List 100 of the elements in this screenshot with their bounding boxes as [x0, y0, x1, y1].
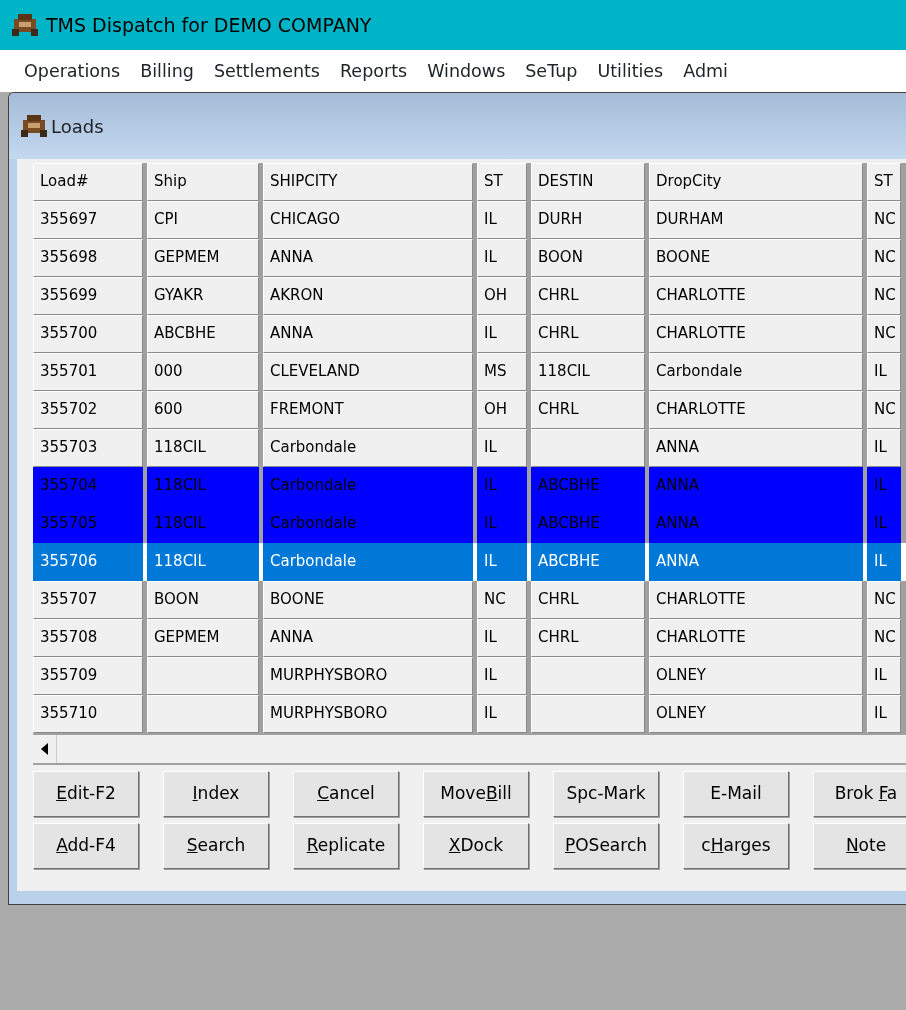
action-button[interactable]: Search: [163, 823, 269, 869]
horizontal-scrollbar[interactable]: [33, 733, 906, 765]
table-cell: MURPHYSBORO: [263, 695, 473, 733]
table-cell: IL: [477, 315, 527, 353]
table-cell: CHRL: [531, 391, 645, 429]
table-cell: ANNA: [263, 315, 473, 353]
table-cell: IL: [867, 543, 901, 581]
table-cell: NC: [867, 315, 901, 353]
action-button[interactable]: Replicate: [293, 823, 399, 869]
action-button[interactable]: Edit-F2: [33, 771, 139, 817]
table-cell: Carbondale: [649, 353, 863, 391]
menu-item[interactable]: SeTup: [515, 50, 588, 92]
table-cell: 118CIL: [147, 467, 259, 505]
table-cell: OLNEY: [649, 657, 863, 695]
table-cell: IL: [867, 657, 901, 695]
table-cell: 000: [147, 353, 259, 391]
action-button[interactable]: POSearch: [553, 823, 659, 869]
action-button[interactable]: Brok Fa: [813, 771, 906, 817]
menu-item[interactable]: Billing: [130, 50, 204, 92]
action-button[interactable]: Add-F4: [33, 823, 139, 869]
table-cell: BOON: [531, 239, 645, 277]
table-cell: 355698: [33, 239, 143, 277]
table-cell: NC: [867, 239, 901, 277]
truck-icon: [12, 13, 38, 37]
table-cell: 600: [147, 391, 259, 429]
table-cell: 118CIL: [147, 429, 259, 467]
column-header[interactable]: Ship: [147, 163, 259, 201]
table-cell: Carbondale: [263, 429, 473, 467]
table-cell: OLNEY: [649, 695, 863, 733]
table-cell: OH: [477, 391, 527, 429]
table-cell: ANNA: [649, 543, 863, 581]
table-cell: OH: [477, 277, 527, 315]
table-cell: IL: [477, 239, 527, 277]
table-cell: IL: [477, 505, 527, 543]
truck-icon: [21, 114, 47, 138]
table-cell: IL: [477, 543, 527, 581]
window-title: Loads: [51, 114, 104, 139]
table-cell: 355707: [33, 581, 143, 619]
table-cell: ABCBHE: [531, 467, 645, 505]
table-cell: Carbondale: [263, 505, 473, 543]
action-button[interactable]: XDock: [423, 823, 529, 869]
menu-item[interactable]: Reports: [330, 50, 418, 92]
table-cell: NC: [867, 201, 901, 239]
table-cell: 355708: [33, 619, 143, 657]
column-header[interactable]: Load#: [33, 163, 143, 201]
table-cell: CHARLOTTE: [649, 581, 863, 619]
table-cell: BOONE: [263, 581, 473, 619]
table-cell: DURHAM: [649, 201, 863, 239]
table-cell: BOONE: [649, 239, 863, 277]
column-header[interactable]: ST: [477, 163, 527, 201]
menu-item[interactable]: Utilities: [587, 50, 674, 92]
table-cell: 355709: [33, 657, 143, 695]
action-button[interactable]: MoveBill: [423, 771, 529, 817]
action-button[interactable]: cHarges: [683, 823, 789, 869]
table-cell: MS: [477, 353, 527, 391]
table-cell: NC: [867, 581, 901, 619]
table-cell: ANNA: [649, 467, 863, 505]
action-button[interactable]: Note: [813, 823, 906, 869]
table-cell: NC: [867, 391, 901, 429]
table-cell: ANNA: [263, 239, 473, 277]
table-cell: CHRL: [531, 277, 645, 315]
table-cell: CHICAGO: [263, 201, 473, 239]
table-cell: 355702: [33, 391, 143, 429]
column-header[interactable]: ST: [867, 163, 901, 201]
table-cell: 118CIL: [147, 505, 259, 543]
table-cell: IL: [867, 467, 901, 505]
action-button[interactable]: Index: [163, 771, 269, 817]
table-cell: 355697: [33, 201, 143, 239]
column-header[interactable]: DESTIN: [531, 163, 645, 201]
table-cell: ABCBHE: [147, 315, 259, 353]
table-cell: 355706: [33, 543, 143, 581]
table-cell: 355703: [33, 429, 143, 467]
table-cell: CHRL: [531, 315, 645, 353]
table-cell: 355704: [33, 467, 143, 505]
scroll-left-icon[interactable]: [41, 743, 48, 755]
table-cell: 355699: [33, 277, 143, 315]
menu-item[interactable]: Operations: [14, 50, 131, 92]
table-cell: NC: [477, 581, 527, 619]
column-header[interactable]: SHIPCITY: [263, 163, 473, 201]
table-cell: 355700: [33, 315, 143, 353]
table-cell: 118CIL: [147, 543, 259, 581]
menu-item[interactable]: Settlements: [203, 50, 330, 92]
table-cell: IL: [477, 657, 527, 695]
table-cell: BOON: [147, 581, 259, 619]
table-cell: GYAKR: [147, 277, 259, 315]
table-cell: 355710: [33, 695, 143, 733]
table-cell: AKRON: [263, 277, 473, 315]
menu-item[interactable]: Windows: [417, 50, 516, 92]
action-button[interactable]: E-Mail: [683, 771, 789, 817]
table-cell: IL: [477, 695, 527, 733]
table-cell: ANNA: [263, 619, 473, 657]
table-cell: 118CIL: [531, 353, 645, 391]
action-button[interactable]: Spc-Mark: [553, 771, 659, 817]
menu-item[interactable]: Admi: [673, 50, 738, 92]
table-cell: CHRL: [531, 581, 645, 619]
table-cell: GEPMEM: [147, 619, 259, 657]
column-header[interactable]: DropCity: [649, 163, 863, 201]
table-cell: IL: [477, 467, 527, 505]
action-button[interactable]: Cancel: [293, 771, 399, 817]
table-cell: IL: [477, 201, 527, 239]
